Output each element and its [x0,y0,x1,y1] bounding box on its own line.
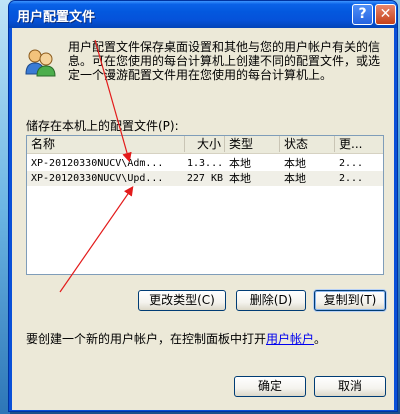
stored-profiles-label: 储存在本机上的配置文件(P): [26,119,179,133]
users-icon [25,49,56,77]
column-header-name[interactable]: 名称 [27,136,185,152]
row-size: 227 KB [186,173,223,184]
list-header: 名称 大小 类型 状态 更... [27,136,383,154]
column-header-status[interactable]: 状态 [280,136,335,152]
help-button[interactable]: ? [352,4,373,25]
row-type: 本地 [229,157,251,170]
window-title: 用户配置文件 [17,10,96,25]
row-status: 本地 [284,172,306,185]
column-header-size[interactable]: 大小 [185,136,225,152]
table-row[interactable]: XP-20120330NUCV\Upd... 227 KB 本地 本地 2... [27,171,383,186]
delete-button[interactable]: 删除(D) [236,290,306,311]
copy-to-button[interactable]: 复制到(T) [314,290,386,311]
title-bar[interactable]: 用户配置文件 ? ✕ [9,1,397,28]
table-row[interactable]: XP-20120330NUCV\Adm... 1.3... 本地 本地 2... [27,156,383,171]
change-type-button[interactable]: 更改类型(C) [138,290,226,311]
intro-description: 用户配置文件保存桌面设置和其他与您的用户帐户有关的信息。可在您使用的每台计算机上… [68,40,381,82]
column-header-modified[interactable]: 更... [335,136,383,152]
footer-text-after: 。 [314,332,327,346]
footer-text-before: 要创建一个新的用户帐户，在控制面板中打开 [26,332,267,346]
column-header-type[interactable]: 类型 [225,136,280,152]
user-accounts-link[interactable]: 用户帐户 [266,332,314,346]
row-name: XP-20120330NUCV\Upd... [31,173,164,184]
dialog-body: 用户配置文件保存桌面设置和其他与您的用户帐户有关的信息。可在您使用的每台计算机上… [12,28,394,410]
row-modified: 2... [339,158,364,169]
row-type: 本地 [229,172,251,185]
row-status: 本地 [284,157,306,170]
cancel-button[interactable]: 取消 [314,376,386,397]
profiles-list[interactable]: 名称 大小 类型 状态 更... XP-20120330NUCV\Adm... … [26,135,384,275]
footer-instruction: 要创建一个新的用户帐户，在控制面板中打开用户帐户。 [26,330,326,347]
close-button[interactable]: ✕ [375,4,396,25]
ok-button[interactable]: 确定 [234,376,306,397]
row-size: 1.3... [187,158,223,169]
row-name: XP-20120330NUCV\Adm... [31,158,164,169]
row-modified: 2... [339,173,364,184]
user-profiles-dialog: 用户配置文件 ? ✕ 用户配置文件保存桌面设置和其他与您的用户帐户有关的信息。可… [8,0,398,412]
